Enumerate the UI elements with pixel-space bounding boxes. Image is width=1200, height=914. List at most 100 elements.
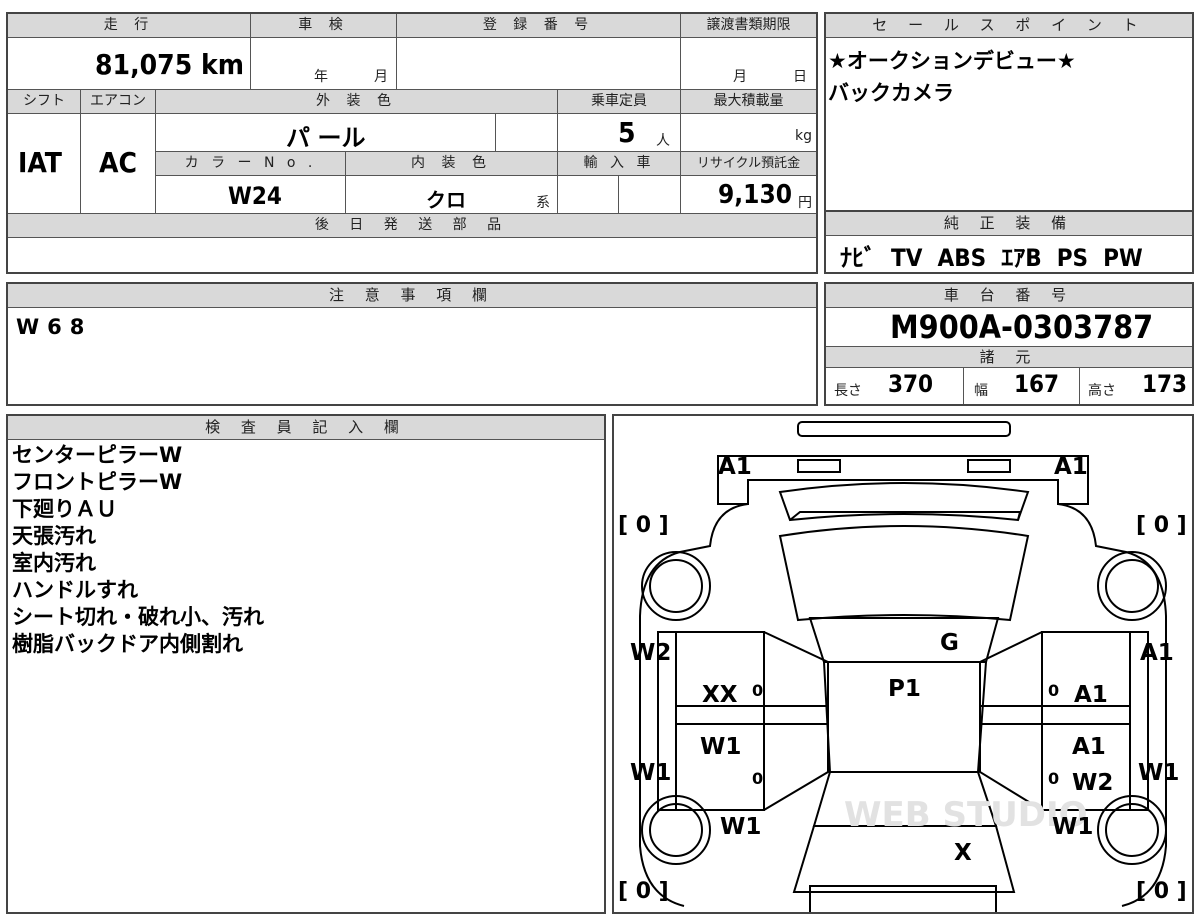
color-no-value: W24 (228, 182, 282, 210)
aircon-cell: AC (81, 114, 156, 214)
sales-point-line1: ★オークションデビュー★ (828, 49, 1076, 73)
inspector-line-5: 室内汚れ (12, 551, 96, 575)
mileage-value: 81,075 km (95, 48, 244, 81)
mark-front-door-right-1: A1 (1072, 734, 1106, 760)
max-load-unit: kg (795, 128, 812, 144)
sales-point-line2: バックカメラ (828, 81, 954, 105)
roof-rear (808, 617, 1000, 663)
left-side-panels (675, 631, 765, 811)
tire-rear-left (641, 551, 711, 621)
spec-height-label: 高さ (1088, 383, 1116, 399)
mark-rear-left: A1 (718, 454, 752, 480)
wheel-rear-left (649, 559, 703, 613)
mark-roof-rear: G (940, 630, 959, 656)
later-parts-header: 後 日 発 送 部 品 (8, 214, 816, 238)
inspection-cell: 年 月 (251, 38, 397, 90)
color-no-header: カ ラ ー N o . (156, 152, 346, 176)
rear-glass (778, 525, 1030, 622)
recycle-fee-cell: 9,130 円 (681, 176, 816, 214)
import-header: 輸 入 車 (558, 152, 681, 176)
notes-box: 注 意 事 項 欄 W68 (6, 282, 818, 406)
sales-point-header: セ ー ル ス ポ イ ン ト (826, 14, 1192, 38)
mark-right-side: W1 (1138, 760, 1179, 786)
front-bumper (809, 885, 997, 912)
wheel-rear-right (1105, 559, 1159, 613)
inspector-header: 検 査 員 記 入 欄 (8, 416, 604, 440)
mark-rear-door-right: A1 (1074, 682, 1108, 708)
rear-spoiler (797, 421, 1011, 437)
chassis-number: M900A-0303787 (890, 308, 1154, 346)
inspection-header: 車 検 (251, 14, 397, 38)
spec-height-value: 173 (1142, 370, 1188, 398)
spec-length-value: 370 (888, 370, 934, 398)
mark-front-fender-right: W1 (1052, 814, 1093, 840)
inspector-line-4: 天張汚れ (12, 524, 96, 548)
import-cell-2 (619, 176, 681, 214)
shift-header: シフト (8, 90, 81, 114)
genuine-equipment-items: ﾅﾋﾞ TV ABS ｴｱB PS PW (840, 244, 1143, 272)
chassis-header: 車 台 番 号 (826, 284, 1192, 308)
tire-reading-front-right: [ 0 ] (1136, 879, 1187, 904)
tire-reading-rear-right: [ 0 ] (1136, 513, 1187, 538)
capacity-header: 乗車定員 (558, 90, 681, 114)
transfer-day-unit: 日 (793, 69, 807, 85)
spec-height-cell: 高さ 173 (1080, 368, 1192, 404)
color-no-cell: W24 (156, 176, 346, 214)
inspector-line-6: ハンドルすれ (12, 578, 138, 602)
aircon-value: AC (99, 146, 137, 179)
interior-color-cell: クロ 系 (346, 176, 558, 214)
shift-cell: IAT (8, 114, 81, 214)
mark-roof-center: P1 (888, 676, 921, 702)
mileage-cell: 81,075 km (8, 38, 251, 90)
spec-width-label: 幅 (974, 383, 988, 399)
capacity-cell: 5 人 (558, 114, 681, 152)
chassis-box: 車 台 番 号 M900A-0303787 諸 元 長さ 370 幅 167 高… (824, 282, 1194, 406)
exterior-color-header: 外 装 色 (156, 90, 558, 114)
right-pillars (979, 631, 1043, 811)
inspector-box: 検 査 員 記 入 欄 センターピラーW フロントピラーW 下廻りＡＵ 天張汚れ… (6, 414, 606, 914)
transfer-month-unit: 月 (733, 69, 747, 85)
car-diagram: WEB STUDIO [ 0 ] [ 0 ] [ 0 ] [ 0 ] A1 A1… (618, 421, 1187, 912)
car-diagram-box: WEB STUDIO [ 0 ] [ 0 ] [ 0 ] [ 0 ] A1 A1… (612, 414, 1194, 914)
genuine-equipment-box: 純 正 装 備 ﾅﾋﾞ TV ABS ｴｱB PS PW (824, 212, 1194, 274)
mark-hood: X (954, 840, 972, 866)
capacity-value: 5 (618, 116, 636, 149)
specs-header: 諸 元 (826, 346, 1192, 368)
recycle-fee-unit: 円 (798, 195, 812, 211)
mark-zero-3: 0 (752, 769, 763, 788)
mark-zero-1: 0 (752, 681, 763, 700)
tire-reading-rear-left: [ 0 ] (618, 513, 669, 538)
backdoor-top (778, 482, 1030, 522)
notes-header: 注 意 事 項 欄 (8, 284, 816, 308)
interior-color-suffix: 系 (536, 195, 550, 211)
sales-point-box: セ ー ル ス ポ イ ン ト ★オークションデビュー★ バックカメラ (824, 12, 1194, 212)
import-cell-1 (558, 176, 619, 214)
inspector-line-1: センターピラーW (12, 443, 183, 467)
rear-lamp-right (967, 459, 1011, 473)
mark-front-door-left: W1 (700, 734, 741, 760)
spec-width-cell: 幅 167 (964, 368, 1080, 404)
rear-lamp-left (797, 459, 841, 473)
interior-color-header: 内 装 色 (346, 152, 558, 176)
tire-rear-right (1097, 551, 1167, 621)
mark-zero-4: 0 (1048, 769, 1059, 788)
transfer-deadline-header: 譲渡書類期限 (681, 14, 816, 38)
mark-right-quarter: A1 (1140, 640, 1174, 666)
mileage-header: 走 行 (8, 14, 251, 38)
shift-value: IAT (18, 146, 62, 179)
tire-front-right (1097, 795, 1167, 865)
vehicle-info-grid: 走 行 車 検 登 録 番 号 譲渡書類期限 81,075 km 年 月 月 日… (6, 12, 818, 274)
spec-length-label: 長さ (834, 383, 862, 399)
exterior-extra-cell (496, 114, 558, 152)
inspection-year-unit: 年 (314, 69, 328, 85)
rear-bumper (717, 455, 1089, 505)
spec-width-value: 167 (1014, 370, 1060, 398)
registration-header: 登 録 番 号 (397, 14, 681, 38)
inspection-month-unit: 月 (374, 69, 388, 85)
max-load-cell: kg (681, 114, 816, 152)
interior-color-value: クロ (426, 188, 466, 212)
exterior-color-value: パ ール (286, 124, 366, 152)
left-pillars (763, 631, 829, 811)
inspector-line-2: フロントピラーW (12, 470, 183, 494)
watermark: WEB STUDIO (844, 795, 1088, 835)
